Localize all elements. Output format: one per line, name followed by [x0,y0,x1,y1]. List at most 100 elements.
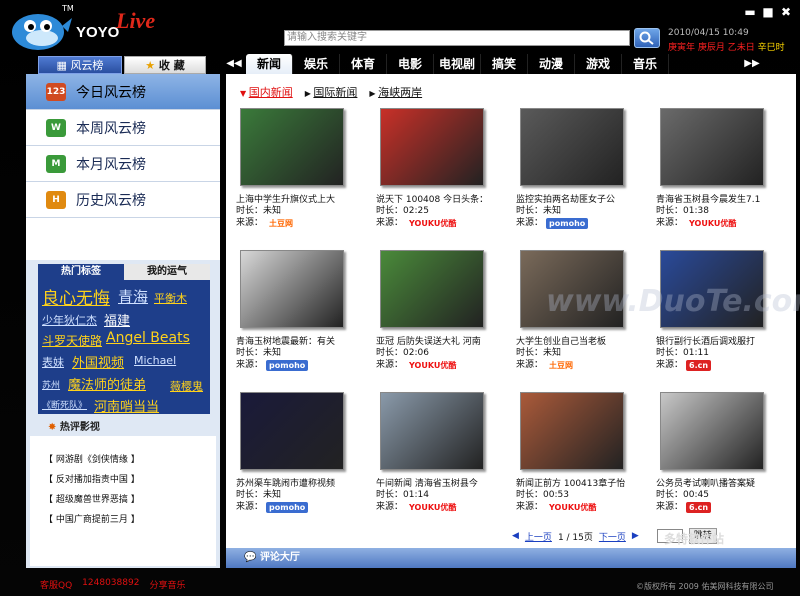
video-thumbnail[interactable] [660,108,764,186]
tag-link[interactable]: 平衡木 [154,290,187,306]
video-thumbnail[interactable] [660,392,764,470]
video-card[interactable]: 青海省玉树县今晨发生7.1 时长：01:38 来源： YOUKU优酷 [656,108,772,229]
subtab-0[interactable]: ▼ 国内新闻 [240,84,293,100]
video-card[interactable]: 新闻正前方 100413章子怡 时长：00:53 来源： YOUKU优酷 [516,392,632,513]
tab-6[interactable]: 动漫 [528,54,575,74]
tag-link[interactable]: 苏州 [42,378,60,391]
rank-icon: H [46,190,66,209]
video-title[interactable]: 说天下 100408 今日头条： [376,192,496,205]
tag-link[interactable]: Michael [134,354,176,367]
video-thumbnail[interactable] [240,392,344,470]
video-title[interactable]: 大学生创业自己当老板 [516,334,636,347]
video-thumbnail[interactable] [520,108,624,186]
ranking-item[interactable]: W 本周风云榜 [26,110,220,146]
prev-page-link[interactable]: 上一页 [525,530,552,543]
tab-ranking[interactable]: ▦ 风云榜 [38,56,122,74]
hot-review-item[interactable]: 【 网游剧《剑侠情缘 】 [44,452,140,465]
video-title[interactable]: 银行副行长酒后调戏服打 [656,334,776,347]
video-title[interactable]: 青海玉树地震最新：有关 [236,334,356,347]
comment-icon: 💬 [244,552,260,563]
video-card[interactable]: 亚冠 后防失误送大礼 河南 时长：02:06 来源： YOUKU优酷 [376,250,492,371]
next-page-link[interactable]: 下一页 [599,530,626,543]
subtab-1[interactable]: ▶ 国际新闻 [305,84,358,100]
video-card[interactable]: 公务员考试喇叭播答案疑 时长：00:45 来源： 6.cn [656,392,772,513]
video-thumbnail[interactable] [240,250,344,328]
comment-hall-bar[interactable]: 💬 评论大厅 [226,548,796,568]
tag-link[interactable]: 《断死队》 [42,398,87,411]
search-button[interactable] [634,28,660,48]
source-label: 来源： [656,360,684,370]
tag-link[interactable]: 表妹 [42,354,64,370]
tag-link[interactable]: 外国视频 [72,352,124,371]
tag-link[interactable]: 福建 [104,310,130,329]
ranking-item[interactable]: M 本月风云榜 [26,146,220,182]
video-title[interactable]: 午间新闻 清海省玉树县今 [376,476,496,489]
source-label: 来源： [656,218,684,228]
source-label: 来源： [236,502,264,512]
tab-7[interactable]: 游戏 [575,54,622,74]
source-label: 来源： [376,218,404,228]
tab-2[interactable]: 体育 [340,54,387,74]
video-thumbnail[interactable] [380,392,484,470]
subtab-2[interactable]: ▶ 海峡两岸 [369,84,422,100]
video-title[interactable]: 青海省玉树县今晨发生7.1 [656,192,776,205]
tab-5[interactable]: 搞笑 [481,54,528,74]
nav-next-button[interactable]: ▶▶ [744,56,760,72]
video-title[interactable]: 上海中学生升旗仪式上大 [236,192,356,205]
footer-share-music[interactable]: 分享音乐 [149,578,185,591]
tag-link[interactable]: 斗罗天使路 [42,332,102,349]
video-card[interactable]: 说天下 100408 今日头条： 时长：02:25 来源： YOUKU优酷 [376,108,492,229]
arrow-icon: ▶ [369,89,379,98]
search-input[interactable]: 请输入搜索关键字 [284,30,630,46]
close-button[interactable]: ✖ [780,6,792,18]
tab-3[interactable]: 电影 [387,54,434,74]
video-thumbnail[interactable] [380,108,484,186]
hot-review-item[interactable]: 【 中国广商提前三月 】 [44,512,140,525]
tag-box: 热门标签 我的运气 良心无悔 青海 平衡木少年狄仁杰 福建 斗罗天使路 Angel Bea… [38,264,210,415]
ranking-item[interactable]: 123 今日风云榜 [26,74,220,110]
tab-hot-tags[interactable]: 热门标签 [38,264,124,280]
hot-reviews-list: 【 网游剧《剑侠情缘 】【 反对播加指责中国 】【 超级魔兽世界恶搞 】【 中国… [30,436,216,566]
nav-prev-button[interactable]: ◀◀ [226,56,242,72]
tag-link[interactable]: 薇樱鬼 [170,378,203,394]
logo-live-text: Live [116,8,156,33]
minimize-button[interactable]: ▬ [744,6,756,18]
source-logo-icon: pomoho [266,501,309,513]
hot-review-item[interactable]: 【 反对播加指责中国 】 [44,472,140,485]
video-card[interactable]: 苏州渠车跳闹市遭称视频 时长：未知 来源： pomoho [236,392,352,513]
video-thumbnail[interactable] [520,392,624,470]
video-title[interactable]: 新闻正前方 100413章子怡 [516,476,636,489]
ranking-item[interactable]: H 历史风云榜 [26,182,220,218]
source-logo-icon: 6.cn [686,501,712,513]
video-source: 来源： 土豆网 [516,359,632,371]
hot-review-item[interactable]: 【 超级魔兽世界恶搞 】 [44,492,140,505]
tag-link[interactable]: 青海 [118,286,148,307]
footer-qq-number[interactable]: 1248038892 [82,578,139,591]
tag-link[interactable]: 魔法师的徒弟 [68,374,146,393]
tag-link[interactable]: Angel Beats [106,330,190,346]
tab-8[interactable]: 音乐 [622,54,669,74]
video-title[interactable]: 监控实拍两名劫匪女子公 [516,192,636,205]
video-card[interactable]: 青海玉树地震最新：有关 时长：未知 来源： pomoho [236,250,352,371]
video-title[interactable]: 苏州渠车跳闹市遭称视频 [236,476,356,489]
tag-link[interactable]: 河南哨当当 [94,396,159,415]
video-source: 来源： 6.cn [656,501,772,513]
video-card[interactable]: 监控实拍两名劫匪女子公 时长：未知 来源： pomoho [516,108,632,229]
tag-link[interactable]: 良心无悔 [42,284,110,309]
video-title[interactable]: 亚冠 后防失误送大礼 河南 [376,334,496,347]
window-controls: ▬ ■ ✖ [744,6,792,18]
source-logo-icon: YOUKU优酷 [409,502,457,512]
video-thumbnail[interactable] [240,108,344,186]
tab-1[interactable]: 娱乐 [293,54,340,74]
video-card[interactable]: 上海中学生升旗仪式上大 时长：未知 来源： 土豆网 [236,108,352,229]
video-thumbnail[interactable] [380,250,484,328]
tab-4[interactable]: 电视剧 [434,54,481,74]
tab-0[interactable]: 新闻 [246,54,293,74]
source-logo-icon: pomoho [546,217,589,229]
tab-favorites[interactable]: ★ 收 藏 [124,56,206,74]
video-card[interactable]: 午间新闻 清海省玉树县今 时长：01:14 来源： YOUKU优酷 [376,392,492,513]
tab-my-luck[interactable]: 我的运气 [124,264,210,280]
video-title[interactable]: 公务员考试喇叭播答案疑 [656,476,776,489]
maximize-button[interactable]: ■ [762,6,774,18]
tag-link[interactable]: 少年狄仁杰 [42,312,97,328]
